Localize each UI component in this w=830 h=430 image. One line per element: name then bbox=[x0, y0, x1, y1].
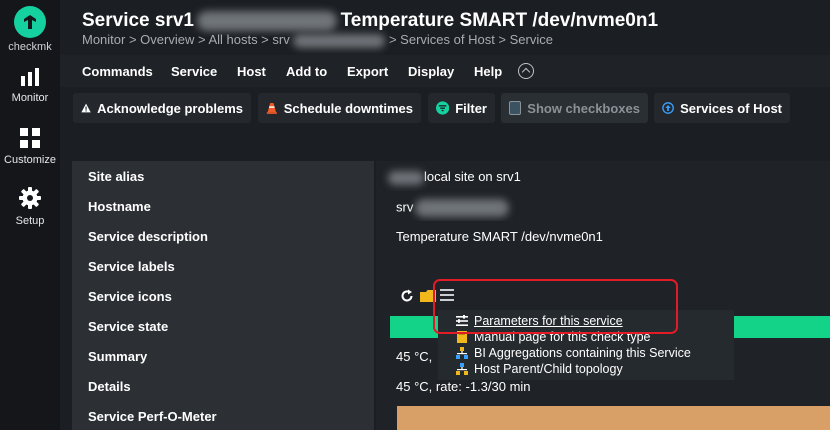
menubar: Commands Service Host Add to Export Disp… bbox=[60, 55, 830, 87]
traffic-cone-icon bbox=[266, 102, 277, 114]
sidebar: checkmk Monitor Customize Setup bbox=[0, 0, 60, 430]
row-label: Details bbox=[72, 371, 374, 401]
redacted-hostname bbox=[415, 199, 510, 217]
logo-text: checkmk bbox=[8, 41, 52, 53]
schedule-downtimes-button[interactable]: Schedule downtimes bbox=[258, 93, 421, 123]
highlight-annotation bbox=[433, 279, 678, 334]
row-value: local site on srv1 bbox=[376, 161, 830, 191]
service-description-value: Temperature SMART /dev/nvme0n1 bbox=[376, 221, 830, 251]
checkmk-logo[interactable] bbox=[14, 6, 46, 38]
redacted-breadcrumb bbox=[293, 33, 386, 48]
breadcrumb: Monitor > Overview > All hosts > srv > S… bbox=[82, 32, 553, 48]
page-title-prefix: Service srv1 bbox=[82, 10, 194, 31]
table-row: Service Perf-O-Meter bbox=[72, 401, 830, 430]
row-label: Summary bbox=[72, 341, 374, 371]
menu-item-topology[interactable]: Host Parent/Child topology bbox=[456, 362, 623, 376]
page-title-suffix: Temperature SMART /dev/nvme0n1 bbox=[340, 10, 659, 31]
sidebar-item-monitor[interactable]: Monitor bbox=[0, 68, 60, 104]
menu-commands[interactable]: Commands bbox=[82, 64, 153, 79]
sidebar-item-setup[interactable]: Setup bbox=[0, 187, 60, 227]
breadcrumb-prefix[interactable]: Monitor > Overview > All hosts > srv bbox=[82, 32, 290, 47]
sidebar-item-label: Customize bbox=[4, 154, 56, 166]
gear-icon bbox=[19, 187, 41, 209]
site-alias-value: local site on srv1 bbox=[424, 169, 521, 184]
hierarchy-icon bbox=[456, 347, 468, 359]
bar-chart-icon bbox=[21, 68, 39, 86]
checkbox-icon bbox=[509, 101, 522, 115]
menu-export[interactable]: Export bbox=[347, 64, 388, 79]
table-row: Hostname srv bbox=[72, 191, 830, 221]
perf-o-meter-bar bbox=[397, 406, 830, 430]
menu-add-to[interactable]: Add to bbox=[286, 64, 327, 79]
row-value: srv bbox=[376, 191, 830, 221]
row-label: Service description bbox=[72, 221, 374, 251]
row-label: Service state bbox=[72, 311, 374, 341]
schedule-downtimes-label: Schedule downtimes bbox=[283, 100, 413, 116]
show-checkboxes-button[interactable]: Show checkboxes bbox=[501, 93, 648, 123]
menu-item-bi-aggregations[interactable]: BI Aggregations containing this Service bbox=[456, 346, 691, 360]
menu-display[interactable]: Display bbox=[408, 64, 454, 79]
menu-collapse-icon[interactable] bbox=[518, 63, 534, 79]
services-of-host-label: Services of Host bbox=[680, 100, 782, 116]
row-label: Hostname bbox=[72, 191, 374, 221]
acknowledge-label: Acknowledge problems bbox=[97, 100, 243, 116]
grid-icon bbox=[20, 128, 40, 148]
services-of-host-button[interactable]: Services of Host bbox=[654, 93, 790, 123]
redacted-hostname bbox=[197, 10, 338, 31]
table-row: Service description Temperature SMART /d… bbox=[72, 221, 830, 251]
acknowledge-button[interactable]: Acknowledge problems bbox=[73, 93, 251, 123]
table-row: Site alias local site on srv1 bbox=[72, 161, 830, 191]
table-row: Service labels bbox=[72, 251, 830, 281]
sidebar-item-label: Setup bbox=[15, 215, 45, 227]
warning-icon bbox=[81, 103, 91, 113]
hostname-value[interactable]: srv bbox=[396, 199, 413, 214]
row-label: Service labels bbox=[72, 251, 374, 281]
arrow-up-circle-icon bbox=[662, 102, 674, 114]
menu-help[interactable]: Help bbox=[474, 64, 502, 79]
filter-label: Filter bbox=[455, 100, 487, 116]
row-label: Service Perf-O-Meter bbox=[72, 401, 374, 430]
menu-item-label: Host Parent/Child topology bbox=[474, 362, 623, 376]
menu-service[interactable]: Service bbox=[171, 64, 217, 79]
sidebar-item-label: Monitor bbox=[11, 92, 49, 104]
page-title: Service srv1 Temperature SMART /dev/nvme… bbox=[82, 10, 658, 32]
topology-icon bbox=[456, 363, 468, 375]
service-labels-value bbox=[376, 251, 830, 281]
checkmk-logo-icon bbox=[24, 15, 36, 29]
redacted-site bbox=[388, 170, 424, 185]
reload-icon[interactable] bbox=[400, 289, 414, 303]
filter-button[interactable]: Filter bbox=[428, 93, 495, 123]
breadcrumb-suffix[interactable]: > Services of Host > Service bbox=[389, 32, 553, 47]
row-label: Site alias bbox=[72, 161, 374, 191]
sidebar-item-customize[interactable]: Customize bbox=[0, 128, 60, 166]
show-checkboxes-label: Show checkboxes bbox=[527, 100, 640, 116]
row-label: Service icons bbox=[72, 281, 374, 311]
menu-host[interactable]: Host bbox=[237, 64, 266, 79]
filter-icon bbox=[436, 101, 450, 115]
perf-o-meter-value bbox=[376, 401, 830, 430]
menu-item-label: BI Aggregations containing this Service bbox=[474, 346, 691, 360]
